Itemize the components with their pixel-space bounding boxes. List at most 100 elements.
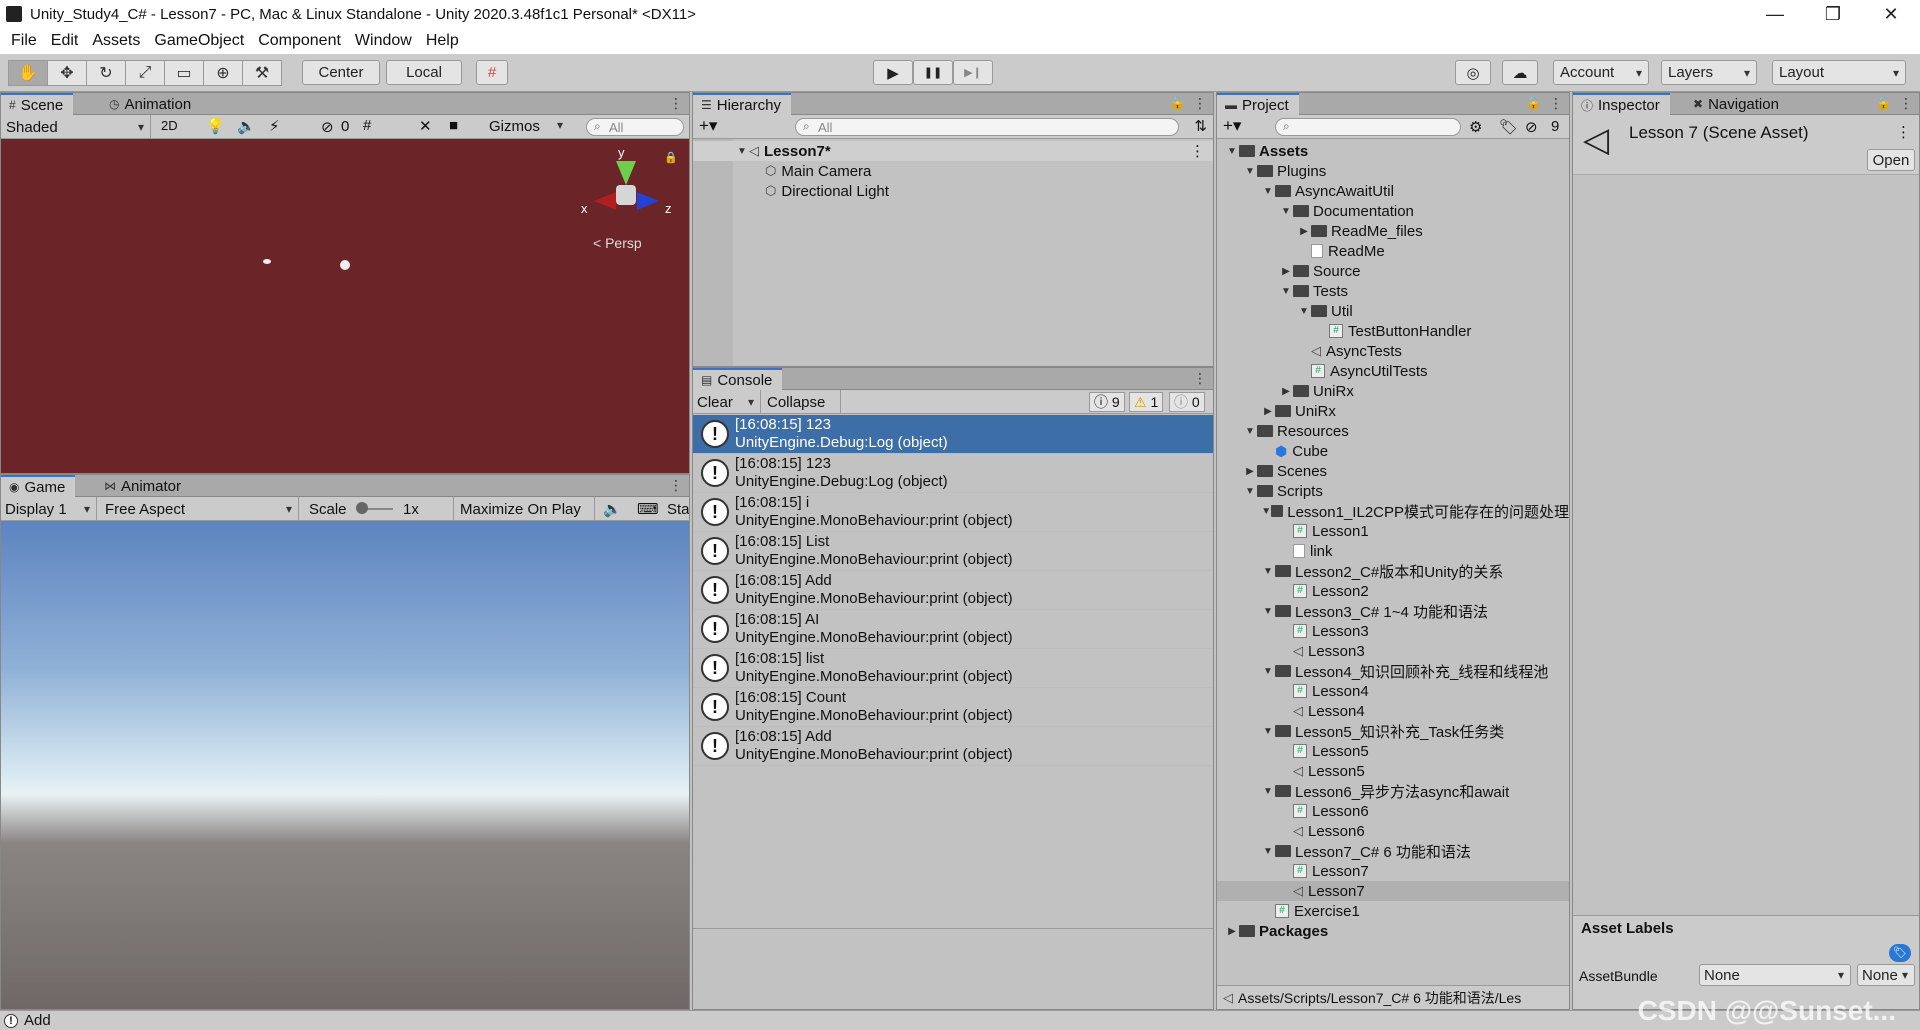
- scene-viewport[interactable]: y x z < Persp 🔒: [1, 139, 689, 473]
- expand-arrow-icon[interactable]: ▼: [735, 146, 749, 157]
- game-menu-icon[interactable]: ⋮: [669, 477, 683, 494]
- persp-label[interactable]: < Persp: [593, 235, 642, 251]
- expand-arrow-icon[interactable]: ▼: [1261, 606, 1275, 617]
- menu-component[interactable]: Component: [251, 32, 348, 50]
- menu-gameobject[interactable]: GameObject: [147, 32, 251, 50]
- project-tree-item[interactable]: ▼ Lesson1_IL2CPP模式可能存在的问题处理: [1217, 501, 1569, 521]
- log-filter-toggle[interactable]: ⓘ 9: [1089, 392, 1125, 412]
- project-tree-item[interactable]: ▼ Assets: [1217, 141, 1569, 161]
- project-tree-item[interactable]: ▼ Lesson3_C# 1~4 功能和语法: [1217, 601, 1569, 621]
- console-entry[interactable]: ! [16:08:15] List UnityEngine.MonoBehaviou…: [693, 532, 1213, 571]
- project-tree-item[interactable]: # Lesson6: [1217, 801, 1569, 821]
- console-entry[interactable]: ! [16:08:15] Add UnityEngine.MonoBehaviour…: [693, 571, 1213, 610]
- console-menu-icon[interactable]: ⋮: [1193, 370, 1207, 387]
- project-tree-item[interactable]: # Lesson3: [1217, 621, 1569, 641]
- tab-console[interactable]: ▤ Console: [693, 368, 783, 390]
- inspector-lock-icon[interactable]: 🔓: [1876, 96, 1891, 110]
- stats-button[interactable]: Sta: [667, 501, 689, 518]
- shading-dropdown[interactable]: Shaded: [1, 115, 151, 139]
- tab-animator[interactable]: ⋈ Animator: [96, 475, 191, 497]
- project-tree-item[interactable]: # Exercise1: [1217, 901, 1569, 921]
- collab-icon[interactable]: ◎: [1455, 60, 1491, 85]
- pause-button[interactable]: ❚❚: [913, 60, 953, 85]
- expand-arrow-icon[interactable]: ▼: [1261, 786, 1275, 797]
- space-local-button[interactable]: Local: [386, 60, 462, 85]
- display-dropdown[interactable]: Display 1: [1, 497, 97, 521]
- project-tree-item[interactable]: # AsyncUtilTests: [1217, 361, 1569, 381]
- project-tree-item[interactable]: ▶ ReadMe_files: [1217, 221, 1569, 241]
- project-menu-icon[interactable]: ⋮: [1549, 95, 1563, 112]
- expand-arrow-icon[interactable]: ▼: [1279, 206, 1293, 217]
- scale-tool-icon[interactable]: ⤢: [125, 60, 165, 86]
- project-tree-item[interactable]: ▶ Scenes: [1217, 461, 1569, 481]
- hierarchy-lock-icon[interactable]: 🔓: [1170, 96, 1185, 110]
- hand-tool-icon[interactable]: ✋: [8, 60, 48, 86]
- hidden-objects-icon[interactable]: ⊘: [321, 118, 334, 136]
- inspector-menu-icon[interactable]: ⋮: [1899, 95, 1913, 112]
- warning-filter-toggle[interactable]: ⚠ 1: [1129, 392, 1164, 412]
- hierarchy-item[interactable]: ⬡ Directional Light: [693, 181, 1213, 201]
- tab-animation[interactable]: ◷ Animation: [101, 93, 201, 115]
- expand-arrow-icon[interactable]: ▼: [1261, 726, 1275, 737]
- project-tree-item[interactable]: ▼ Scripts: [1217, 481, 1569, 501]
- project-lock-icon[interactable]: 🔓: [1526, 96, 1541, 110]
- expand-arrow-icon[interactable]: ▼: [1297, 306, 1311, 317]
- axis-x-icon[interactable]: [594, 192, 616, 210]
- project-tree-item[interactable]: ⬢ Cube: [1217, 441, 1569, 461]
- console-detail-divider[interactable]: [693, 928, 1213, 929]
- console-entry[interactable]: ! [16:08:15] AI UnityEngine.MonoBehaviour:…: [693, 610, 1213, 649]
- project-tree-item[interactable]: ▼ Tests: [1217, 281, 1569, 301]
- step-button[interactable]: ▶❙: [953, 60, 993, 85]
- cloud-icon[interactable]: ☁: [1502, 60, 1538, 85]
- light-gizmo-icon[interactable]: [340, 260, 350, 270]
- custom-tool-icon[interactable]: ⚒: [242, 60, 282, 86]
- project-tree-item[interactable]: ▶ UniRx: [1217, 401, 1569, 421]
- lock-icon[interactable]: 🔒: [664, 151, 678, 164]
- grid-icon[interactable]: #: [363, 117, 371, 134]
- keyboard-icon[interactable]: ⌨: [637, 500, 659, 518]
- console-entry[interactable]: ! [16:08:15] 123 UnityEngine.Debug:Log (ob…: [693, 454, 1213, 493]
- project-tree-item[interactable]: ◁ Lesson4: [1217, 701, 1569, 721]
- expand-arrow-icon[interactable]: ▶: [1279, 266, 1293, 277]
- scale-slider-handle[interactable]: [356, 502, 368, 514]
- project-tree-item[interactable]: ◁ Lesson7: [1217, 881, 1569, 901]
- project-tree-item[interactable]: ▼ Lesson2_C#版本和Unity的关系: [1217, 561, 1569, 581]
- audio-icon[interactable]: 🔈: [237, 117, 256, 135]
- expand-arrow-icon[interactable]: ▼: [1261, 666, 1275, 677]
- scene-root-row[interactable]: ▼ ◁ Lesson7* ⋮: [693, 141, 1213, 161]
- hierarchy-item[interactable]: ⬡ Main Camera: [693, 161, 1213, 181]
- console-entry[interactable]: ! [16:08:15] i UnityEngine.MonoBehaviour:p…: [693, 493, 1213, 532]
- play-button[interactable]: ▶: [873, 60, 913, 85]
- project-tree-item[interactable]: ▼ Util: [1217, 301, 1569, 321]
- scene-menu-icon[interactable]: ⋮: [1190, 142, 1213, 160]
- filter-label-icon[interactable]: 🏷: [1499, 118, 1518, 136]
- expand-arrow-icon[interactable]: ▼: [1243, 426, 1257, 437]
- expand-arrow-icon[interactable]: ▼: [1261, 846, 1275, 857]
- hidden-packages-icon[interactable]: ⊘: [1525, 118, 1538, 136]
- project-tree-item[interactable]: # Lesson1: [1217, 521, 1569, 541]
- scene-search-input[interactable]: All: [586, 118, 684, 136]
- expand-arrow-icon[interactable]: ▶: [1243, 466, 1257, 477]
- tab-scene[interactable]: # Scene: [1, 93, 74, 115]
- gizmo-center-icon[interactable]: [616, 185, 636, 205]
- expand-arrow-icon[interactable]: ▶: [1297, 226, 1311, 237]
- project-tree-item[interactable]: ▼ Documentation: [1217, 201, 1569, 221]
- asset-bundle-dropdown[interactable]: None: [1699, 964, 1851, 986]
- filter-type-icon[interactable]: ⚙: [1469, 118, 1482, 136]
- project-tree-item[interactable]: ▶ Source: [1217, 261, 1569, 281]
- project-tree-item[interactable]: ▼ Plugins: [1217, 161, 1569, 181]
- hierarchy-menu-icon[interactable]: ⋮: [1193, 95, 1207, 112]
- restore-button[interactable]: ❐: [1804, 0, 1862, 28]
- project-tree-item[interactable]: # Lesson4: [1217, 681, 1569, 701]
- inspector-header-menu-icon[interactable]: ⋮: [1896, 123, 1911, 141]
- minimize-button[interactable]: —: [1746, 0, 1804, 28]
- game-viewport[interactable]: [1, 521, 689, 1009]
- close-button[interactable]: ✕: [1862, 0, 1920, 28]
- project-tree-item[interactable]: ▼ Lesson7_C# 6 功能和语法: [1217, 841, 1569, 861]
- axis-z-icon[interactable]: [637, 192, 659, 210]
- sort-icon[interactable]: ⇅: [1194, 117, 1207, 135]
- status-text[interactable]: Add: [24, 1012, 51, 1029]
- project-tree-item[interactable]: ◁ Lesson3: [1217, 641, 1569, 661]
- tab-game[interactable]: ◉ Game: [1, 475, 76, 497]
- project-tree-item[interactable]: ▼ Lesson6_异步方法async和await: [1217, 781, 1569, 801]
